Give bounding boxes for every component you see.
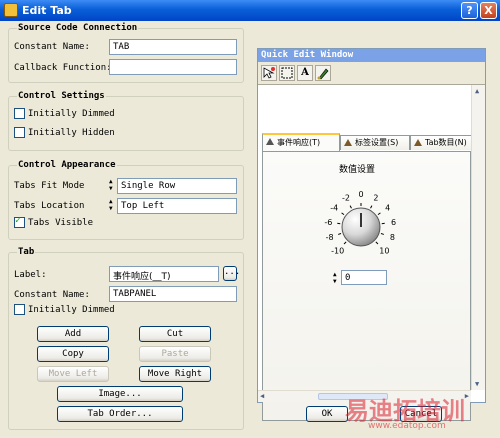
tab-initially-dimmed-checkbox[interactable] xyxy=(14,304,25,315)
constant-name-label: Constant Name: xyxy=(14,42,90,52)
knob-tick-label: -2 xyxy=(342,194,350,203)
initially-dimmed-label: Initially Dimmed xyxy=(28,109,115,119)
add-button[interactable]: Add xyxy=(37,326,109,342)
knob-tick-label: -8 xyxy=(326,233,334,242)
tab-order-button[interactable]: Tab Order... xyxy=(57,406,183,422)
window-title: Edit Tab xyxy=(22,4,72,17)
tab-constant-name-label: Constant Name: xyxy=(14,290,90,300)
knob-tick-label: 2 xyxy=(373,194,378,203)
image-button[interactable]: Image... xyxy=(57,386,183,402)
knob-tick-label: -10 xyxy=(331,246,344,255)
app-icon xyxy=(4,3,18,17)
preview-tab-count[interactable]: Tab数目(N) xyxy=(410,135,472,150)
preview-tab-label[interactable]: 标签设置(S) xyxy=(340,135,410,150)
tabs-location-spinner[interactable]: ▲ ▼ xyxy=(109,198,115,212)
knob-tick xyxy=(375,241,379,245)
callback-function-label: Callback Function: xyxy=(14,63,112,73)
title-bar[interactable]: Edit Tab ? X xyxy=(0,0,500,21)
tab-warning-icon xyxy=(344,139,352,146)
tab-label-field[interactable]: 事件响应(__T) xyxy=(109,266,219,282)
initially-hidden-checkbox[interactable] xyxy=(14,127,25,138)
tab-legend: Tab xyxy=(17,247,36,257)
numeric-spinner[interactable]: ▲ ▼ xyxy=(333,271,339,285)
scroll-right-icon[interactable]: ▶ xyxy=(465,392,469,400)
preview-tab-event[interactable]: 事件响应(T) xyxy=(262,133,340,151)
knob-tick-label: 8 xyxy=(390,233,395,242)
knob-tick xyxy=(338,233,342,235)
source-code-legend: Source Code Connection xyxy=(17,23,139,33)
tabs-fit-mode-spinner[interactable]: ▲ ▼ xyxy=(109,178,115,192)
color-tool-icon[interactable] xyxy=(315,65,331,81)
control-settings-group: Control Settings xyxy=(8,91,244,151)
control-settings-legend: Control Settings xyxy=(17,91,106,101)
knob-tick xyxy=(349,205,352,209)
initially-dimmed-checkbox[interactable] xyxy=(14,108,25,119)
knob-tick xyxy=(377,212,381,216)
preview-tab-strip: 事件响应(T) 标签设置(S) Tab数目(N) xyxy=(262,133,472,151)
quick-edit-canvas: 事件响应(T) 标签设置(S) Tab数目(N) 数值设置 -10 -8 -6 -4-… xyxy=(258,85,472,421)
knob-tick xyxy=(343,241,347,245)
operate-tool-icon[interactable] xyxy=(261,65,277,81)
scroll-down-icon[interactable]: ▼ xyxy=(475,380,479,388)
tabs-fit-mode-field[interactable]: Single Row xyxy=(117,178,237,194)
callback-function-field[interactable] xyxy=(109,59,237,75)
tabs-fit-mode-label: Tabs Fit Mode xyxy=(14,181,85,191)
scroll-up-icon[interactable]: ▲ xyxy=(475,87,479,95)
scroll-left-icon[interactable]: ◀ xyxy=(260,392,264,400)
knob-tick xyxy=(380,233,384,235)
control-appearance-legend: Control Appearance xyxy=(17,160,117,170)
label-browse-button[interactable]: ... xyxy=(223,266,240,281)
quick-edit-toolbar: A xyxy=(258,62,485,85)
select-tool-icon[interactable] xyxy=(279,65,295,81)
cut-button[interactable]: Cut xyxy=(139,326,211,342)
move-right-button[interactable]: Move Right xyxy=(139,366,211,382)
tab-constant-name-field[interactable]: TABPANEL xyxy=(109,286,237,302)
help-button[interactable]: ? xyxy=(461,2,478,19)
knob-tick xyxy=(341,212,345,216)
knob-tick-label: 10 xyxy=(379,246,389,255)
close-button[interactable]: X xyxy=(480,2,497,19)
tab-initially-dimmed-label: Initially Dimmed xyxy=(28,305,115,315)
initially-hidden-label: Initially Hidden xyxy=(28,128,115,138)
tabs-location-label: Tabs Location xyxy=(14,201,85,211)
paste-button[interactable]: Paste xyxy=(139,346,211,362)
knob-control[interactable]: -10 -8 -6 -4 -2 0 246 810 xyxy=(263,172,472,272)
text-tool-icon[interactable]: A xyxy=(297,65,313,81)
tab-warning-icon xyxy=(266,138,274,145)
quick-edit-title: Quick Edit Window xyxy=(258,49,485,62)
quick-edit-window: Quick Edit Window A 事件响应(T) 标签设置(S) Tab数… xyxy=(257,48,486,421)
numeric-field[interactable]: 0 xyxy=(341,270,387,285)
dialog-client: Source Code Connection Constant Name: TA… xyxy=(3,21,497,435)
knob-tick xyxy=(370,205,373,209)
tab-warning-icon xyxy=(414,139,422,146)
knob-tick-label: 6 xyxy=(391,218,396,227)
watermark-url: www.edatop.com xyxy=(368,421,446,431)
knob-tick-label: 0 xyxy=(358,190,363,199)
tabs-visible-checkbox[interactable] xyxy=(14,215,25,228)
preview-tab-page: 数值设置 -10 -8 -6 -4 -2 0 2 4 6 8 10 ▲ ▼ 0 xyxy=(262,151,471,421)
vertical-scrollbar[interactable]: ▲ ▼ xyxy=(471,85,485,390)
knob-tick-label: -6 xyxy=(324,218,332,227)
move-left-button[interactable]: Move Left xyxy=(37,366,109,382)
knob-tick-label: 4 xyxy=(385,204,390,213)
ok-button[interactable]: OK xyxy=(306,406,348,422)
tabs-visible-label: Tabs Visible xyxy=(28,218,94,228)
tabs-location-field[interactable]: Top Left xyxy=(117,198,237,214)
constant-name-field[interactable]: TAB xyxy=(109,39,237,55)
knob-tick-label: -4 xyxy=(330,204,338,213)
tab-label-label: Label: xyxy=(14,270,47,280)
copy-button[interactable]: Copy xyxy=(37,346,109,362)
